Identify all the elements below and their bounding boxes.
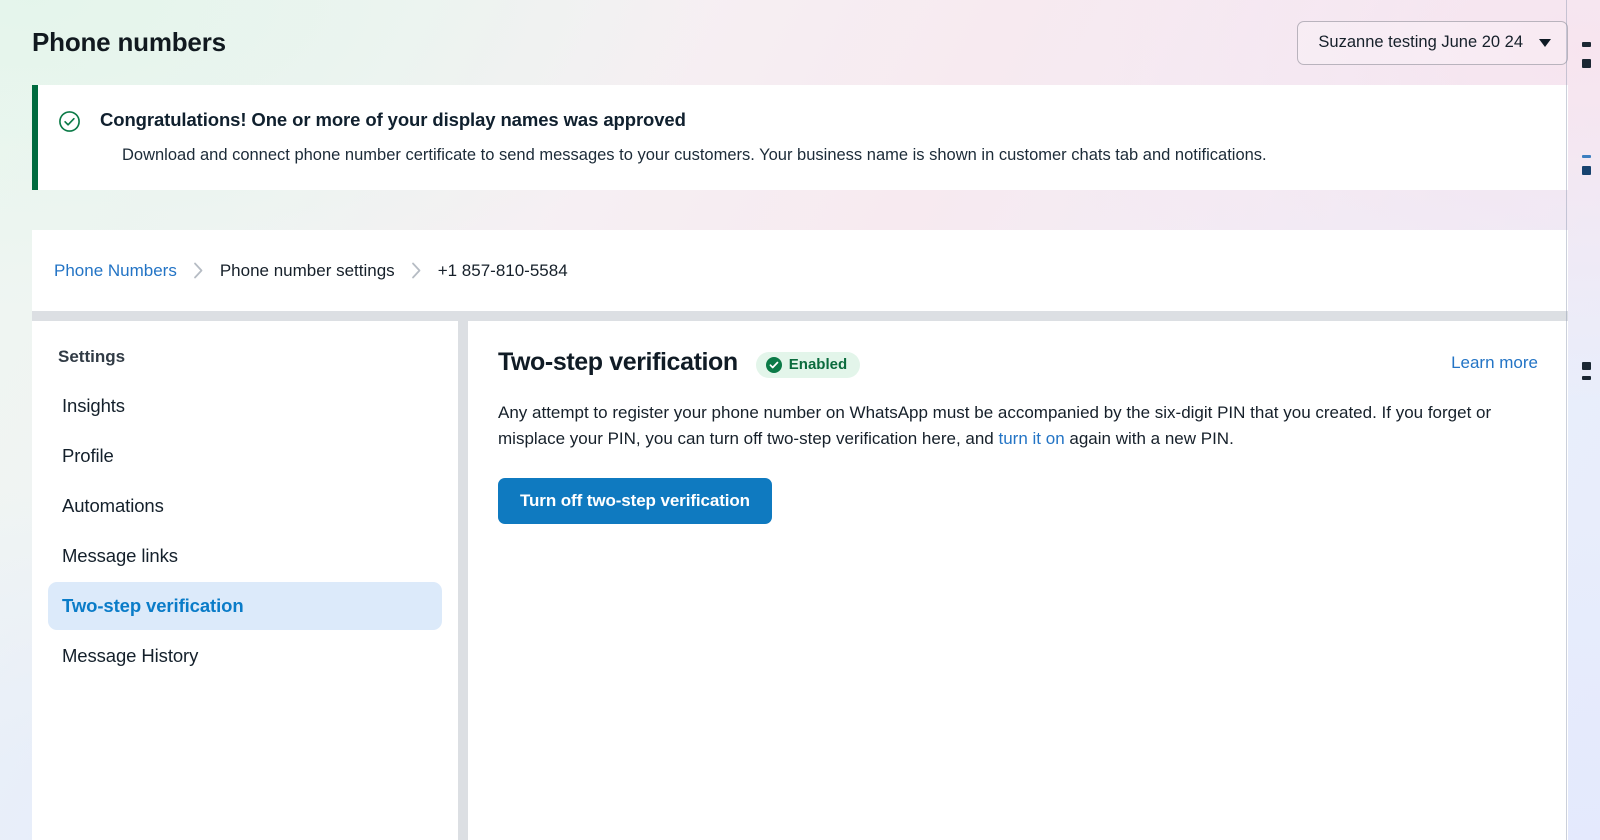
description-part-2: again with a new PIN. bbox=[1065, 429, 1234, 448]
sidebar-item-message-history[interactable]: Message History bbox=[48, 632, 442, 680]
success-banner: Congratulations! One or more of your dis… bbox=[32, 85, 1568, 190]
settings-sidebar: Settings Insights Profile Automations Me… bbox=[32, 321, 458, 840]
app-root: Phone numbers Suzanne testing June 20 24… bbox=[0, 0, 1600, 840]
chevron-right-icon bbox=[395, 262, 438, 279]
offscreen-panel-border bbox=[1566, 0, 1600, 840]
page-title: Phone numbers bbox=[32, 27, 226, 58]
offscreen-text-fragment bbox=[1582, 362, 1591, 370]
section-header: Two-step verification Enabled Learn m bbox=[498, 347, 1538, 378]
offscreen-text-fragment bbox=[1582, 376, 1591, 380]
section-title: Two-step verification bbox=[498, 348, 738, 377]
sidebar-item-automations[interactable]: Automations bbox=[48, 482, 442, 530]
sidebar-item-profile[interactable]: Profile bbox=[48, 432, 442, 480]
account-selector[interactable]: Suzanne testing June 20 24 bbox=[1297, 21, 1568, 65]
section-header-left: Two-step verification Enabled bbox=[498, 347, 860, 378]
status-badge-label: Enabled bbox=[789, 356, 847, 373]
banner-icon-wrap bbox=[38, 107, 100, 166]
column-divider bbox=[458, 321, 468, 840]
check-circle-filled-icon bbox=[766, 357, 782, 373]
offscreen-text-fragment bbox=[1582, 59, 1591, 68]
offscreen-text-fragment bbox=[1582, 42, 1591, 47]
sidebar-item-message-links[interactable]: Message links bbox=[48, 532, 442, 580]
banner-description: Download and connect phone number certif… bbox=[122, 144, 1267, 166]
circle-check-icon bbox=[58, 110, 81, 166]
settings-columns: Settings Insights Profile Automations Me… bbox=[32, 321, 1568, 840]
chevron-down-icon bbox=[1539, 39, 1551, 47]
section-description: Any attempt to register your phone numbe… bbox=[498, 400, 1511, 452]
chevron-right-icon bbox=[177, 262, 220, 279]
offscreen-text-fragment bbox=[1582, 166, 1591, 175]
breadcrumb-item-phone-numbers[interactable]: Phone Numbers bbox=[54, 261, 177, 281]
banner-title: Congratulations! One or more of your dis… bbox=[100, 108, 1267, 132]
top-bar: Phone numbers Suzanne testing June 20 24 bbox=[32, 0, 1568, 85]
offscreen-panel-edge bbox=[1562, 0, 1600, 840]
status-badge: Enabled bbox=[756, 352, 860, 378]
offscreen-text-fragment bbox=[1582, 155, 1591, 158]
sidebar-heading: Settings bbox=[48, 347, 442, 367]
turn-it-on-link[interactable]: turn it on bbox=[999, 429, 1065, 448]
content-panel: Phone Numbers Phone number settings +1 8… bbox=[32, 230, 1568, 840]
breadcrumb: Phone Numbers Phone number settings +1 8… bbox=[32, 230, 1568, 311]
breadcrumb-item-phone-number-settings: Phone number settings bbox=[220, 261, 395, 281]
sidebar-item-insights[interactable]: Insights bbox=[48, 382, 442, 430]
panel-top-divider bbox=[32, 311, 1568, 321]
banner-body: Congratulations! One or more of your dis… bbox=[100, 107, 1267, 166]
description-part-1: Any attempt to register your phone numbe… bbox=[498, 403, 1491, 448]
settings-main: Two-step verification Enabled Learn m bbox=[468, 321, 1568, 840]
learn-more-link[interactable]: Learn more bbox=[1451, 353, 1538, 373]
account-selector-value: Suzanne testing June 20 24 bbox=[1318, 33, 1523, 52]
turn-off-two-step-verification-button[interactable]: Turn off two-step verification bbox=[498, 478, 772, 524]
sidebar-item-two-step-verification[interactable]: Two-step verification bbox=[48, 582, 442, 630]
breadcrumb-item-current: +1 857-810-5584 bbox=[438, 261, 568, 281]
